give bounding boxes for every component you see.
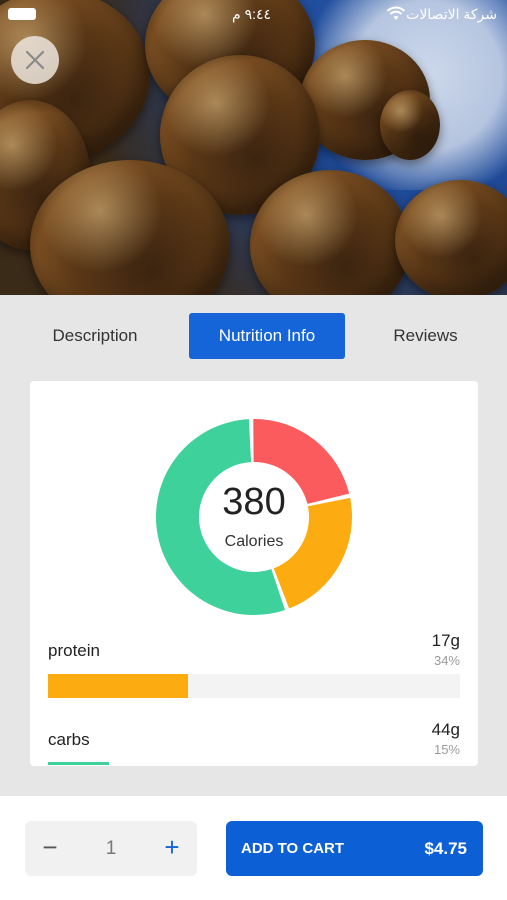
bottom-bar: − 1 + ADD TO CART $4.75 (0, 796, 507, 900)
nutrient-progress-fill (48, 762, 109, 765)
nutrient-progress-fill (48, 674, 189, 698)
nutrient-percent: 34% (433, 653, 460, 668)
decrease-button[interactable]: − (37, 821, 63, 876)
calories-value: 380 (222, 481, 286, 523)
nutrient-name: carbs (48, 730, 90, 749)
nutrient-row-protein: protein 17g 34% (48, 631, 460, 701)
tab-reviews[interactable]: Reviews (378, 313, 473, 359)
close-button[interactable] (11, 36, 59, 84)
nutrient-progress-track (48, 674, 460, 698)
battery-icon (8, 8, 36, 20)
add-to-cart-button[interactable]: ADD TO CART $4.75 (226, 821, 483, 876)
cart-price: $4.75 (424, 839, 467, 858)
tab-description[interactable]: Description (30, 313, 160, 359)
status-time: ٩:٤٤ م (232, 6, 272, 22)
carrier-name: شركة الاتصالات (406, 6, 497, 22)
product-image (0, 0, 507, 295)
status-bar: ٩:٤٤ م شركة الاتصالات (0, 0, 507, 28)
nutrient-percent: 15% (433, 742, 460, 757)
nutrient-progress-track (48, 762, 460, 766)
energy-ball (395, 180, 507, 295)
energy-ball (380, 90, 440, 160)
nutrient-amount: 44g (431, 720, 460, 739)
close-icon (25, 50, 45, 70)
nutrient-name: protein (48, 641, 100, 660)
nutrient-amount: 17g (431, 631, 460, 650)
calories-label: Calories (224, 533, 284, 550)
nutrition-card: 380 Calories protein 17g 34% carbs 44g 1… (30, 381, 478, 766)
tab-nutrition-info[interactable]: Nutrition Info (189, 313, 345, 359)
quantity-value: 1 (105, 838, 117, 859)
tab-bar: Description Nutrition Info Reviews (0, 313, 507, 359)
wifi-icon (386, 6, 406, 20)
quantity-stepper: − 1 + (25, 821, 197, 876)
add-to-cart-label: ADD TO CART (241, 840, 345, 857)
nutrient-row-carbs: carbs 44g 15% (48, 719, 460, 766)
content-area: Description Nutrition Info Reviews 380 C… (0, 295, 507, 796)
increase-button[interactable]: + (159, 821, 185, 876)
